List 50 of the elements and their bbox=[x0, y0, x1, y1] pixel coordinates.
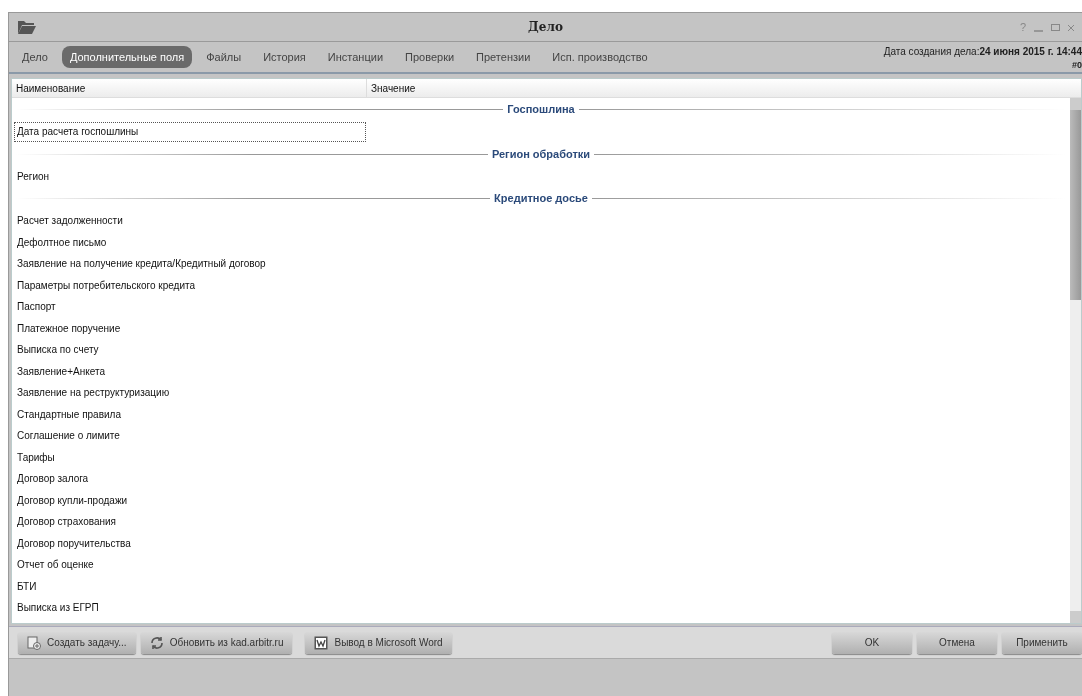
field-name[interactable]: Договор купли-продажи bbox=[14, 490, 366, 511]
field-name[interactable]: Платежное поручение bbox=[14, 318, 366, 339]
field-name[interactable]: Соглашение о лимите bbox=[14, 425, 366, 446]
field-name[interactable]: Тарифы bbox=[14, 447, 366, 468]
toolbar-button[interactable]: Создать задачу... bbox=[18, 631, 136, 654]
tab[interactable]: Файлы bbox=[198, 46, 250, 68]
toolbar-button[interactable]: Обновить из kad.arbitr.ru bbox=[140, 631, 293, 654]
field-name[interactable]: Договор страхования bbox=[14, 511, 366, 532]
dialog-button[interactable]: Применить bbox=[1002, 631, 1082, 654]
field-name[interactable]: Заявление на реструктуризацию bbox=[14, 382, 366, 403]
field-name[interactable]: Параметры потребительского кредита bbox=[14, 275, 366, 296]
tab[interactable]: Дело bbox=[14, 46, 56, 68]
window-title: Дело bbox=[528, 19, 563, 36]
section-heading: Регион обработки bbox=[491, 146, 591, 162]
field-name[interactable]: Выписка по счету bbox=[14, 339, 366, 360]
field-name[interactable]: Расчет задолженности bbox=[14, 210, 366, 231]
refresh-icon bbox=[149, 635, 164, 650]
field-name[interactable]: Договор залога bbox=[14, 468, 366, 489]
section-heading: Кредитное досье bbox=[494, 191, 588, 207]
tab[interactable]: Дополнительные поля bbox=[61, 46, 193, 68]
dialog-button[interactable]: Отмена bbox=[917, 631, 997, 654]
case-number: #0 bbox=[1072, 59, 1082, 72]
field-name[interactable]: Отчет об оценке bbox=[14, 554, 366, 575]
tab[interactable]: Инстанции bbox=[319, 46, 392, 68]
field-name[interactable]: Стандартные правила bbox=[14, 404, 366, 425]
field-name[interactable]: Дата расчета госпошлины bbox=[14, 121, 366, 142]
field-name[interactable]: БТИ bbox=[14, 576, 366, 597]
toolbar-button[interactable]: Вывод в Microsoft Word bbox=[305, 631, 452, 654]
tab[interactable]: Исп. производство bbox=[544, 46, 656, 68]
tab[interactable]: История bbox=[255, 46, 314, 68]
column-header[interactable]: Наименование bbox=[12, 79, 367, 97]
field-name[interactable]: Договор поручительства bbox=[14, 533, 366, 554]
scrollbar[interactable] bbox=[1070, 98, 1081, 623]
field-name[interactable]: Регион bbox=[14, 166, 366, 187]
maximize-icon[interactable] bbox=[1051, 22, 1060, 32]
field-name[interactable]: Паспорт bbox=[14, 296, 366, 317]
column-header[interactable]: Значение bbox=[367, 79, 416, 97]
tab[interactable]: Проверки bbox=[397, 46, 463, 68]
task-add-icon bbox=[27, 635, 41, 650]
document-icon bbox=[314, 635, 329, 650]
tab[interactable]: Претензии bbox=[468, 46, 539, 68]
field-name[interactable]: Дефолтное письмо bbox=[14, 232, 366, 253]
creation-date: Дата создания дела:24 июня 2015 г. 14:44 bbox=[883, 45, 1082, 59]
field-name[interactable]: Выписка из ЕГРП bbox=[14, 597, 366, 618]
field-name[interactable]: Заявление+Анкета bbox=[14, 361, 366, 382]
close-icon[interactable] bbox=[1068, 22, 1074, 32]
dialog-button[interactable]: OK bbox=[832, 631, 912, 654]
field-name[interactable]: Заявление на получение кредита/Кредитный договор bbox=[14, 253, 366, 274]
folder-icon bbox=[17, 19, 37, 35]
section-heading: Госпошлина bbox=[507, 102, 575, 118]
